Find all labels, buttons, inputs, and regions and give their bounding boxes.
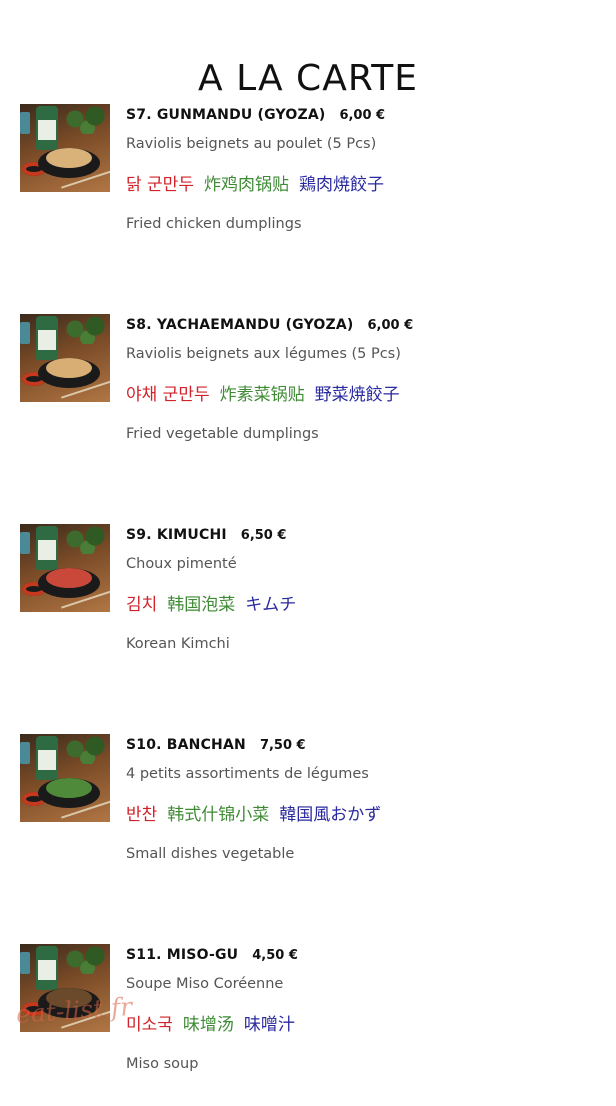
item-name-ja: 韓国風おかず: [279, 805, 382, 825]
item-name-zh: 韩国泡菜: [167, 595, 236, 615]
dish-photo: [20, 734, 110, 822]
item-name-ko: 미소국: [126, 1015, 173, 1035]
menu-item-s8: S8. YACHAEMANDU (GYOZA) 6,00 € Raviolis b…: [20, 314, 600, 474]
item-name-ja: キムチ: [245, 595, 297, 615]
item-price: 6,50 €: [240, 528, 287, 543]
item-names-asian: 반찬 韩式什锦小菜 韓国風おかず: [126, 800, 391, 825]
item-description-en: Korean Kimchi: [126, 636, 230, 652]
item-description-en: Miso soup: [126, 1056, 199, 1072]
menu-item-s9: S9. KIMUCHI 6,50 € Choux pimenté 김치 韩国泡菜 キム…: [20, 524, 600, 684]
item-name-ko: 야채 군만두: [126, 385, 210, 405]
item-names-asian: 야채 군만두 炸素菜锅贴 野菜焼餃子: [126, 380, 410, 405]
item-description-en: Small dishes vegetable: [126, 846, 295, 862]
item-description-fr: Choux pimenté: [126, 556, 237, 572]
item-name-ja: 野菜焼餃子: [314, 385, 400, 405]
menu-item-s7: S7. GUNMANDU (GYOZA) 6,00 € Raviolis beig…: [20, 104, 600, 264]
item-name: S10. BANCHAN: [126, 737, 246, 753]
item-name-ko: 닭 군만두: [126, 175, 194, 195]
item-name-zh: 韩式什锦小菜: [167, 805, 270, 825]
item-price: 7,50 €: [259, 738, 306, 753]
dish-photo: [20, 314, 110, 402]
menu-item-s11: S11. MISO-GU 4,50 € Soupe Miso Coréenne 미…: [20, 944, 600, 1104]
item-name-ko: 반찬: [126, 805, 158, 825]
item-price: 6,00 €: [339, 108, 386, 123]
item-name-zh: 炸素菜锅贴: [219, 385, 305, 405]
item-name-ko: 김치: [126, 595, 158, 615]
item-price: 4,50 €: [252, 948, 298, 963]
item-name: S8. YACHAEMANDU (GYOZA): [126, 317, 354, 333]
item-price: 6,00 €: [367, 318, 414, 333]
item-name-ja: 味噌汁: [243, 1015, 295, 1035]
dish-photo: [20, 524, 110, 612]
item-name-zh: 炸鸡肉锅贴: [203, 175, 289, 195]
item-names-asian: 미소국 味增汤 味噌汁: [126, 1010, 305, 1035]
item-description-fr: Raviolis beignets aux légumes (5 Pcs): [126, 346, 401, 362]
item-name: S9. KIMUCHI: [126, 527, 227, 543]
item-name: S7. GUNMANDU (GYOZA): [126, 107, 326, 123]
item-description-en: Fried chicken dumplings: [126, 216, 302, 232]
item-description-fr: 4 petits assortiments de légumes: [126, 766, 369, 782]
item-name: S11. MISO-GU: [126, 947, 239, 963]
item-name-ja: 鶏肉焼餃子: [298, 175, 384, 195]
menu-item-s10: S10. BANCHAN 7,50 € 4 petits assortiments…: [20, 734, 600, 894]
item-description-fr: Soupe Miso Coréenne: [126, 976, 284, 992]
item-names-asian: 닭 군만두 炸鸡肉锅贴 鶏肉焼餃子: [126, 170, 394, 195]
item-description-en: Fried vegetable dumplings: [126, 426, 319, 442]
item-description-fr: Raviolis beignets au poulet (5 Pcs): [126, 136, 377, 152]
dish-photo: [20, 104, 110, 192]
page-title: A LA CARTE: [198, 58, 418, 100]
item-names-asian: 김치 韩国泡菜 キムチ: [126, 590, 306, 615]
item-name-zh: 味增汤: [182, 1015, 234, 1035]
